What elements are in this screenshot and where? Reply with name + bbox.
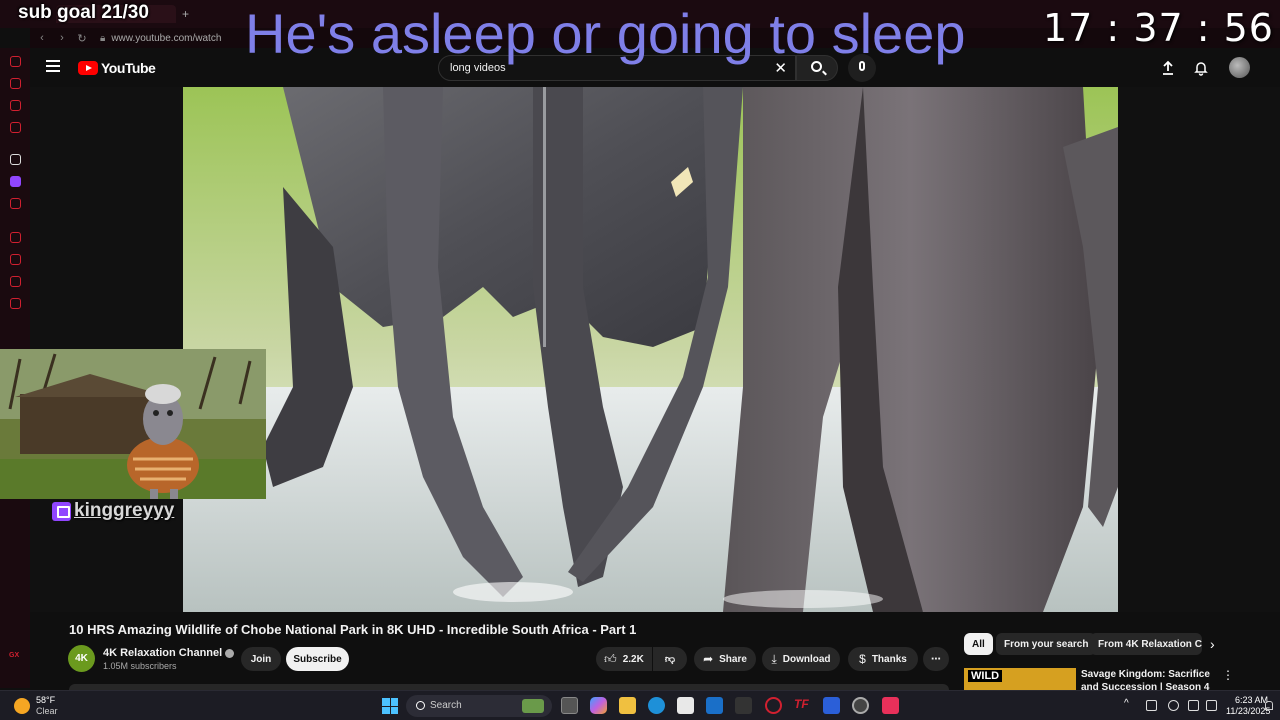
twitch-username: kinggreyyy <box>74 500 175 521</box>
sidebar-wallet-icon[interactable] <box>10 78 21 89</box>
taskbar-search[interactable]: Search <box>406 695 552 717</box>
weather-widget[interactable]: 58°F Clear <box>14 695 58 717</box>
notifications-bell-icon[interactable] <box>1193 60 1209 76</box>
dislike-button[interactable]: 👎︎ <box>653 647 687 671</box>
sidebar-history-icon[interactable] <box>10 254 21 265</box>
twitch-username-tag: kinggreyyy <box>52 500 174 522</box>
share-button[interactable]: ➦ Share <box>694 647 756 671</box>
outlook-icon[interactable] <box>706 697 723 714</box>
taskbar-search-icon <box>416 701 425 710</box>
tray-overflow-icon[interactable]: ^ <box>1124 698 1129 709</box>
file-explorer-icon[interactable] <box>619 697 636 714</box>
weather-temperature: 58°F <box>36 695 56 705</box>
tf-app-icon[interactable]: TF <box>794 697 811 714</box>
account-avatar[interactable] <box>1229 57 1250 78</box>
weather-sun-icon <box>14 698 30 714</box>
sidebar-settings-icon[interactable] <box>10 298 21 309</box>
taskbar-date: 11/23/2025 <box>1226 706 1271 716</box>
thumbs-down-icon: 👎︎ <box>664 654 676 665</box>
taskbar-clock[interactable]: 6:23 AM 11/23/2025 <box>1226 695 1271 717</box>
youtube-logo[interactable]: YouTube <box>78 60 156 76</box>
obs-icon[interactable] <box>852 697 869 714</box>
more-horizontal-icon: ⋯ <box>931 653 941 665</box>
back-icon[interactable]: ‹ <box>34 32 50 44</box>
copilot-icon[interactable] <box>590 697 607 714</box>
more-actions-button[interactable]: ⋯ <box>923 647 949 671</box>
tray-mic-icon[interactable] <box>1168 700 1179 711</box>
verified-icon <box>225 648 235 658</box>
sidebar-tiktok-icon[interactable] <box>10 154 21 165</box>
weather-condition: Clear <box>36 706 58 716</box>
sidebar-instagram-icon[interactable] <box>10 122 21 133</box>
recommendation-badge: WILD <box>968 670 1003 682</box>
tray-volume-icon[interactable] <box>1206 700 1217 711</box>
download-button[interactable]: ⤓ Download <box>762 647 840 671</box>
twitch-icon <box>52 501 71 521</box>
gx-icon: GX <box>9 652 20 659</box>
video-title: 10 HRS Amazing Wildlife of Chobe Nationa… <box>69 622 637 637</box>
webcam-character-image <box>0 349 266 499</box>
search-highlight-icon <box>522 699 544 713</box>
store-icon[interactable] <box>677 697 694 714</box>
subscribe-button[interactable]: Subscribe <box>286 647 349 671</box>
chip-from-channel[interactable]: From 4K Relaxation Channel <box>1090 633 1202 655</box>
sidebar-extensions-icon[interactable] <box>10 276 21 287</box>
like-button[interactable]: 👍︎ 2.2K <box>596 647 652 671</box>
url-text[interactable]: www.youtube.com/watch <box>111 33 221 44</box>
new-tab-icon[interactable]: + <box>182 7 189 21</box>
youtube-logo-text: YouTube <box>101 60 156 76</box>
chip-all[interactable]: All <box>964 633 993 655</box>
taskbar-app-icon[interactable] <box>735 697 752 714</box>
youtube-play-icon <box>78 61 98 75</box>
recommendation-menu-icon[interactable]: ⋮ <box>1222 668 1234 682</box>
download-icon: ⤓ <box>771 651 777 666</box>
sidebar-player-icon[interactable] <box>10 232 21 243</box>
like-count: 2.2K <box>622 653 644 665</box>
recommendation-title[interactable]: Savage Kingdom: Sacrifice and Succession… <box>1081 668 1216 690</box>
tray-network-icon[interactable] <box>1188 700 1199 711</box>
forward-icon[interactable]: › <box>54 32 70 44</box>
chevron-right-icon[interactable]: › <box>1210 636 1215 652</box>
video-frame-elephants[interactable] <box>183 87 1118 612</box>
task-view-icon[interactable] <box>561 697 578 714</box>
channel-avatar[interactable]: 4K <box>68 645 95 672</box>
hamburger-menu-icon[interactable] <box>46 60 60 72</box>
chip-from-your-search[interactable]: From your search <box>996 633 1097 655</box>
reload-icon[interactable]: ↻ <box>74 32 90 45</box>
windows-start-icon[interactable] <box>382 698 398 714</box>
lock-icon: 🔒︎ <box>100 32 106 44</box>
stream-status-text: He's asleep or going to sleep <box>245 2 966 65</box>
thanks-button[interactable]: $ Thanks <box>848 647 918 671</box>
tiktok-icon[interactable] <box>882 697 899 714</box>
join-button[interactable]: Join <box>241 647 281 671</box>
subscriber-count: 1.05M subscribers <box>103 661 177 671</box>
taskbar-notification-icon[interactable] <box>1265 701 1273 710</box>
taskbar-time: 6:23 AM <box>1234 695 1268 705</box>
sidebar-messenger-icon[interactable] <box>10 100 21 111</box>
sidebar-app-icon[interactable] <box>10 198 21 209</box>
sub-goal-overlay: sub goal 21/30 <box>18 2 149 23</box>
sidebar-aria-icon[interactable] <box>10 56 21 67</box>
tray-sync-icon[interactable] <box>1146 700 1157 711</box>
taskbar-search-label: Search <box>430 700 462 711</box>
upload-icon[interactable] <box>1160 60 1176 76</box>
opera-gx-icon[interactable] <box>765 697 782 714</box>
windows-taskbar: 58°F Clear Search TF ^ 6:23 AM 11/23/202… <box>0 690 1280 720</box>
channel-name[interactable]: 4K Relaxation Channel <box>103 647 222 659</box>
elephants-image <box>183 87 1118 612</box>
taskbar-app-blue-icon[interactable] <box>823 697 840 714</box>
share-icon: ➦ <box>703 652 714 666</box>
screen: + ‹ › ↻ 🔒︎ www.youtube.com/watch GX YouT… <box>0 0 1280 720</box>
channel-name-link[interactable]: 4K Relaxation Channel <box>103 647 235 659</box>
webcam-overlay <box>0 349 266 499</box>
edge-icon[interactable] <box>648 697 665 714</box>
thanks-label: Thanks <box>871 653 907 665</box>
share-label: Share <box>719 653 747 665</box>
sidebar-twitch-icon[interactable] <box>10 176 21 187</box>
stream-clock: 17 : 37 : 56 <box>1043 6 1274 50</box>
thumbs-up-icon: 👍︎ <box>604 651 617 666</box>
thanks-icon: $ <box>859 652 866 666</box>
download-label: Download <box>782 653 831 665</box>
recommendation-thumbnail[interactable]: WILD <box>964 668 1076 690</box>
